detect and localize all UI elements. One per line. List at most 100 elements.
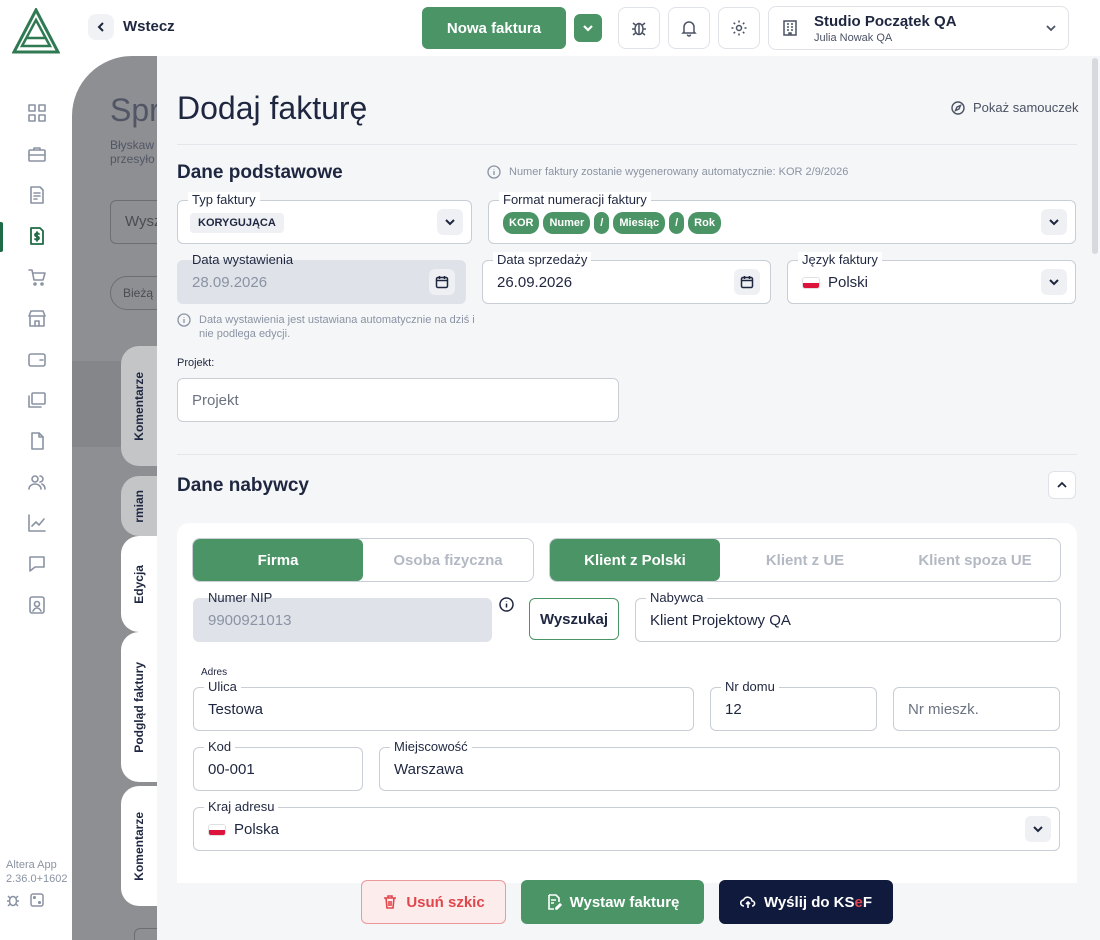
numbering-token: Numer [543,212,591,234]
client-option-poland[interactable]: Klient z Polski [550,539,720,581]
buyer-name-value: Klient Projektowy QA [650,612,791,629]
city-value: Warszawa [394,761,464,778]
auto-number-text: Numer faktury zostanie wygenerowany auto… [509,166,849,178]
client-location-toggle: Klient z Polski Klient z UE Klient spoza… [549,538,1061,582]
invoice-type-select[interactable]: Typ faktury KORYGUJĄCA [177,192,472,244]
company-switcher[interactable]: Studio Początek QA Julia Nowak QA [768,6,1069,50]
chart-icon[interactable] [25,511,49,535]
back-label[interactable]: Wstecz [123,18,175,35]
chevron-down-icon [1041,269,1067,295]
delete-draft-label: Usuń szkic [406,893,485,911]
users-icon[interactable] [25,470,49,494]
project-input[interactable]: Projekt [177,378,619,422]
scrollbar[interactable] [1092,58,1098,254]
entity-option-person[interactable]: Osoba fizyczna [363,539,533,581]
cart-icon[interactable] [25,265,49,289]
active-indicator [0,222,3,252]
entity-option-company[interactable]: Firma [193,539,363,581]
issue-invoice-label: Wystaw fakturę [569,893,680,911]
documents-icon[interactable] [25,183,49,207]
calendar-icon[interactable] [734,269,760,295]
buyer-name-label: Nabywca [646,590,708,606]
store-icon[interactable] [25,306,49,330]
app-logo[interactable] [11,6,61,54]
flat-number-input[interactable]: Nr mieszk. [893,687,1060,731]
house-number-input[interactable]: Nr domu 12 [710,679,877,731]
postcode-input[interactable]: Kod 00-001 [193,739,363,791]
client-option-eu[interactable]: Klient z UE [720,539,890,581]
numbering-format-select[interactable]: Format numeracji faktury KOR Numer / Mie… [488,192,1076,244]
chevron-up-icon [1057,481,1067,488]
briefcase-icon[interactable] [25,142,49,166]
bug-report-button[interactable] [618,7,660,49]
chevron-down-icon [437,209,463,235]
country-select[interactable]: Kraj adresu Polska [193,799,1060,851]
chevron-left-icon [97,22,104,32]
dashboard-icon[interactable] [25,101,49,125]
issue-date-field: Data wystawienia 28.09.2026 [177,252,466,304]
numbering-token: / [594,212,610,234]
sale-date-value: 26.09.2026 [497,274,573,291]
app-version: Altera App 2.36.0+1602 [6,858,76,886]
numbering-token: Miesiąc [613,212,666,234]
city-label: Miejscowość [390,739,472,755]
house-number-label: Nr domu [721,679,779,695]
notifications-button[interactable] [668,7,710,49]
city-input[interactable]: Miejscowość Warszawa [379,739,1060,791]
issue-invoice-button[interactable]: Wystaw fakturę [521,880,704,924]
chevron-down-icon [1044,21,1058,40]
company-user: Julia Nowak QA [814,32,893,44]
info-icon[interactable] [499,597,515,613]
send-label-e: e [854,893,863,911]
send-label-prefix: Wyślij do KS [763,893,855,911]
back-button[interactable] [88,14,114,40]
show-tutorial-link[interactable]: Pokaż samouczek [951,100,1079,115]
send-to-ksef-label: Wyślij do KSeF [764,894,872,911]
tab-invoice-preview[interactable]: Podgląd faktury [121,632,157,782]
compass-icon [951,100,965,115]
invoice-dollar-icon[interactable] [25,224,49,248]
dice-icon[interactable] [30,893,44,907]
street-label: Ulica [204,679,241,695]
tab-label: Komentarze [132,811,146,881]
language-text: Polski [828,274,869,291]
send-to-ksef-button[interactable]: Wyślij do KSeF [719,880,893,924]
app-name: Altera App [6,859,57,871]
gear-icon [731,20,747,36]
issue-date-value: 28.09.2026 [192,274,268,291]
chevron-down-icon [1041,209,1067,235]
app-version-number: 2.36.0+1602 [6,873,68,885]
tab-edit[interactable]: Edycja [121,536,157,632]
invoice-language-select[interactable]: Język faktury Polski [787,252,1076,304]
buyer-name-input[interactable]: Nabywca Klient Projektowy QA [635,590,1061,642]
buyer-card: Firma Osoba fizyczna Klient z Polski Kli… [177,523,1077,883]
delete-draft-button[interactable]: Usuń szkic [361,880,506,924]
tab-comments-top[interactable]: Komentarze [121,346,157,466]
settings-button[interactable] [718,7,760,49]
project-label: Projekt: [177,357,215,369]
chat-icon[interactable] [25,552,49,576]
divider [177,144,1077,145]
nip-value: 9900921013 [208,612,292,629]
new-invoice-button[interactable]: Nowa faktura [422,7,566,49]
tab-comments[interactable]: Komentarze [121,786,157,906]
street-input[interactable]: Ulica Testowa [193,679,694,731]
invoice-type-value: KORYGUJĄCA [190,213,284,233]
wallet-icon[interactable] [25,347,49,371]
buyer-data-heading: Dane nabywcy [177,475,309,496]
address-label: Adres [201,667,228,678]
client-option-non-eu[interactable]: Klient spoza UE [890,539,1060,581]
bug-icon[interactable] [6,893,20,907]
image-stack-icon[interactable] [25,388,49,412]
collapse-section-button[interactable] [1048,471,1076,499]
sale-date-field[interactable]: Data sprzedaży 26.09.2026 [482,252,771,304]
project-placeholder: Projekt [192,392,239,409]
poland-flag-icon [208,824,226,837]
postcode-value: 00-001 [208,761,255,778]
file-icon[interactable] [25,429,49,453]
tab-changes[interactable]: rmian [121,476,157,536]
new-invoice-dropdown-button[interactable] [574,14,602,42]
search-nip-button[interactable]: Wyszukaj [529,598,619,640]
profile-icon[interactable] [25,593,49,617]
sidebar: Altera App 2.36.0+1602 [0,0,72,940]
